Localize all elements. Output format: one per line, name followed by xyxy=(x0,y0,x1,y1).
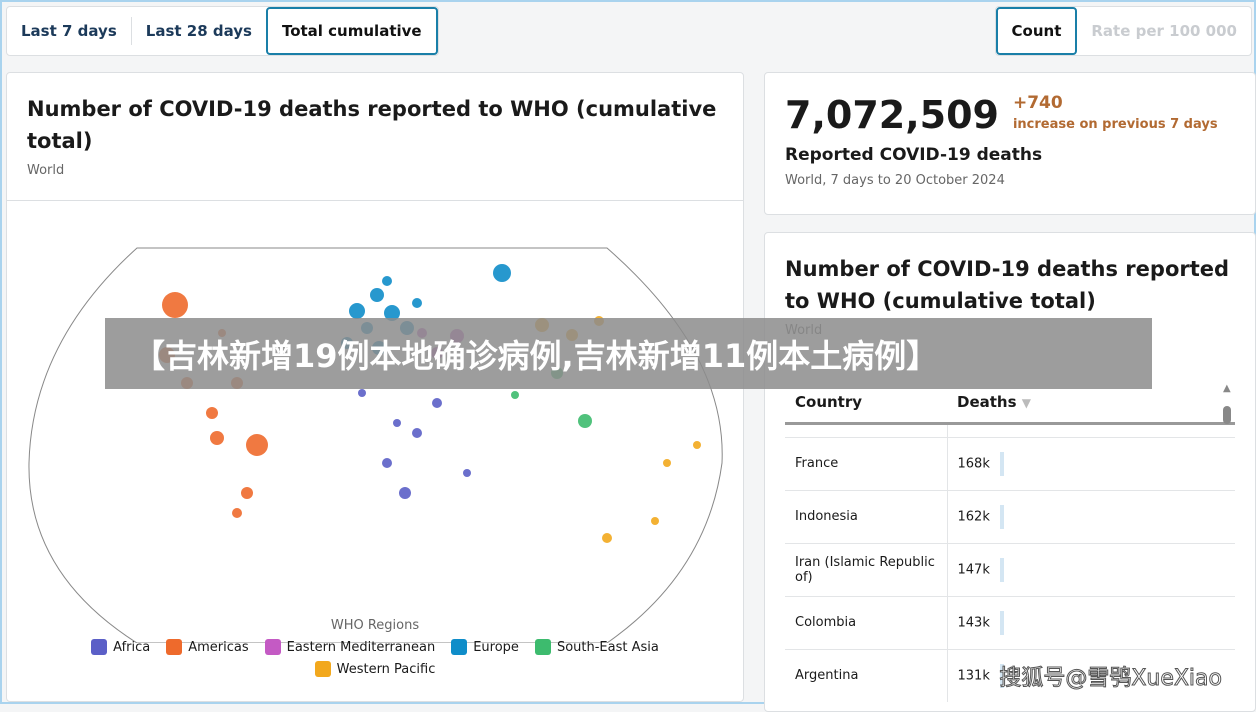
legend-title: WHO Regions xyxy=(330,618,420,633)
country-bubble xyxy=(162,292,188,318)
overlay-banner: 【吉林新增19例本地确诊病例,吉林新增11例本土病例】 xyxy=(105,318,1152,389)
country-bubble xyxy=(232,508,242,518)
deaths-bar xyxy=(999,504,1004,529)
country-bubble xyxy=(663,459,671,467)
country-cell: France xyxy=(785,436,948,490)
change-value: +740 xyxy=(1012,93,1063,113)
watermark: 搜狐号@雪鸮XueXiao xyxy=(999,666,1223,692)
map-title: Number of COVID-19 deaths reported to WH… xyxy=(27,97,717,153)
tab-rate[interactable]: Rate per 100 000 xyxy=(1077,7,1251,55)
country-bubble xyxy=(393,419,401,427)
country-bubble xyxy=(382,276,392,286)
legend-item[interactable]: Europe xyxy=(451,639,519,655)
map-legend: WHO Regions Africa Americas Eastern Medite… xyxy=(7,618,743,683)
legend-item[interactable]: South-East Asia xyxy=(534,639,659,655)
tab-count[interactable]: Count xyxy=(995,7,1078,55)
legend-swatch xyxy=(314,661,331,677)
deaths-cell: 143k xyxy=(947,595,1235,649)
table-title: Number of COVID-19 deaths reported to WH… xyxy=(785,257,1230,313)
table-row[interactable]: Iran (Islamic Republic of) 147k xyxy=(785,542,1235,596)
deaths-cell: 168k xyxy=(947,436,1235,490)
column-deaths[interactable]: Deaths ▼ xyxy=(947,383,1235,423)
world-bubble-map[interactable] xyxy=(7,233,743,643)
legend-item[interactable]: Americas xyxy=(166,639,249,655)
tab-last-7-days[interactable]: Last 7 days xyxy=(7,7,131,55)
country-bubble xyxy=(370,288,384,302)
scrollbar[interactable]: ▲ xyxy=(1223,383,1233,424)
summary-card: 7,072,509 +740 increase on previous 7 da… xyxy=(764,72,1256,215)
total-deaths-value: 7,072,509 xyxy=(785,93,999,137)
country-cell: Colombia xyxy=(785,595,948,649)
legend-item[interactable]: Western Pacific xyxy=(314,661,435,677)
map-subtitle: World xyxy=(27,163,65,178)
sort-desc-icon: ▼ xyxy=(1021,396,1031,411)
country-bubble xyxy=(358,389,366,397)
country-bubble xyxy=(412,298,422,308)
change-label: increase on previous 7 days xyxy=(1012,117,1218,132)
country-bubble xyxy=(206,407,218,419)
legend-item[interactable]: Africa xyxy=(91,639,150,655)
country-cell: Iran (Islamic Republic of) xyxy=(785,542,948,596)
column-country[interactable]: Country xyxy=(785,383,947,423)
country-bubble xyxy=(651,517,659,525)
scroll-thumb[interactable] xyxy=(1223,406,1231,424)
country-bubble xyxy=(399,487,411,499)
deaths-cell: 147k xyxy=(947,542,1235,596)
country-bubble xyxy=(693,441,701,449)
deaths-table: Country Deaths ▼ France 168k Indonesia 162k… xyxy=(785,383,1235,702)
country-bubble xyxy=(602,533,612,543)
deaths-bar xyxy=(999,557,1004,582)
country-bubble xyxy=(246,434,268,456)
table-row[interactable]: Colombia 143k xyxy=(785,595,1235,649)
tab-total-cumulative[interactable]: Total cumulative xyxy=(265,7,438,55)
legend-item[interactable]: Eastern Mediterranean xyxy=(264,639,435,655)
tab-last-28-days[interactable]: Last 28 days xyxy=(132,7,266,55)
country-bubble xyxy=(578,414,592,428)
summary-label: Reported COVID-19 deaths xyxy=(785,145,1043,165)
country-bubble xyxy=(412,428,422,438)
period-toggle: Last 7 days Last 28 days Total cumulativ… xyxy=(6,6,439,56)
country-bubble xyxy=(382,458,392,468)
table-row[interactable]: Indonesia 162k xyxy=(785,489,1235,543)
country-bubble xyxy=(463,469,471,477)
measure-toggle: Count Rate per 100 000 xyxy=(994,6,1252,56)
country-bubble xyxy=(493,264,511,282)
deaths-cell: 162k xyxy=(947,489,1235,543)
legend-swatch xyxy=(264,639,281,655)
deaths-bar xyxy=(999,451,1004,476)
country-bubble xyxy=(210,431,224,445)
country-cell: Indonesia xyxy=(785,489,948,543)
country-cell: Argentina xyxy=(785,648,948,702)
country-bubble xyxy=(511,391,519,399)
legend-swatch xyxy=(534,639,551,655)
country-bubble xyxy=(432,398,442,408)
scroll-up-icon[interactable]: ▲ xyxy=(1223,383,1233,394)
legend-swatch xyxy=(91,639,108,655)
deaths-bar xyxy=(999,610,1004,635)
country-bubble xyxy=(241,487,253,499)
legend-swatch xyxy=(451,639,468,655)
country-bubble xyxy=(349,303,365,319)
table-row[interactable]: France 168k xyxy=(785,436,1235,490)
legend-swatch xyxy=(166,639,183,655)
map-outline xyxy=(28,247,723,643)
summary-detail: World, 7 days to 20 October 2024 xyxy=(785,173,1005,188)
table-card: Number of COVID-19 deaths reported to WH… xyxy=(764,232,1256,712)
